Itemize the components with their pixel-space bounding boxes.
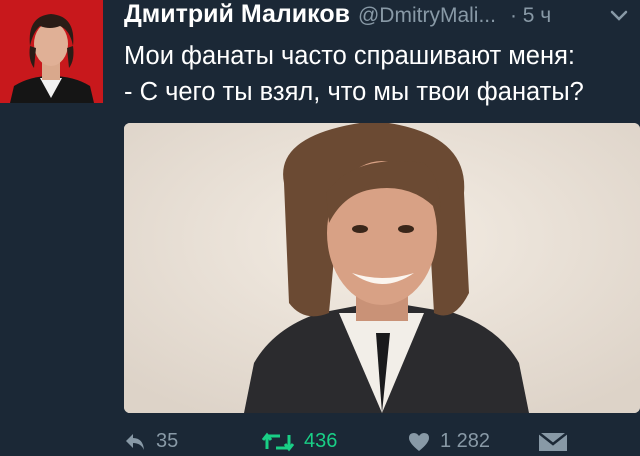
tweet-header: Дмитрий Маликов @DmitryMali... · 5 ч (124, 0, 640, 34)
chevron-down-icon[interactable] (610, 10, 628, 22)
like-button[interactable]: 1 282 (408, 430, 490, 453)
tweet-media-photo[interactable] (124, 123, 640, 413)
retweet-count: 436 (304, 430, 338, 452)
author-handle[interactable]: @DmitryMali... (358, 4, 496, 28)
retweet-button[interactable]: 436 (262, 430, 337, 453)
heart-icon (409, 432, 429, 451)
tweet-timestamp[interactable]: · 5 ч (510, 4, 551, 28)
avatar-portrait (0, 0, 103, 103)
tweet-text: Мои фанаты часто спрашивают меня: - С че… (124, 38, 634, 110)
direct-message-button[interactable] (538, 430, 578, 452)
message-icon (538, 432, 568, 451)
tweet-actions: 35 436 1 282 (124, 430, 640, 456)
reply-count: 35 (156, 430, 179, 452)
reply-icon (126, 433, 144, 450)
author-name[interactable]: Дмитрий Маликов (124, 0, 350, 29)
tweet-text-line: Мои фанаты часто спрашивают меня: (124, 42, 575, 70)
tweet-text-line: - С чего ты взял, что мы твои фанаты? (124, 78, 584, 106)
photo-man-in-suit (124, 123, 640, 413)
reply-button[interactable]: 35 (124, 430, 178, 453)
author-avatar[interactable] (0, 0, 103, 103)
retweet-icon (262, 432, 294, 451)
like-count: 1 282 (440, 430, 491, 452)
